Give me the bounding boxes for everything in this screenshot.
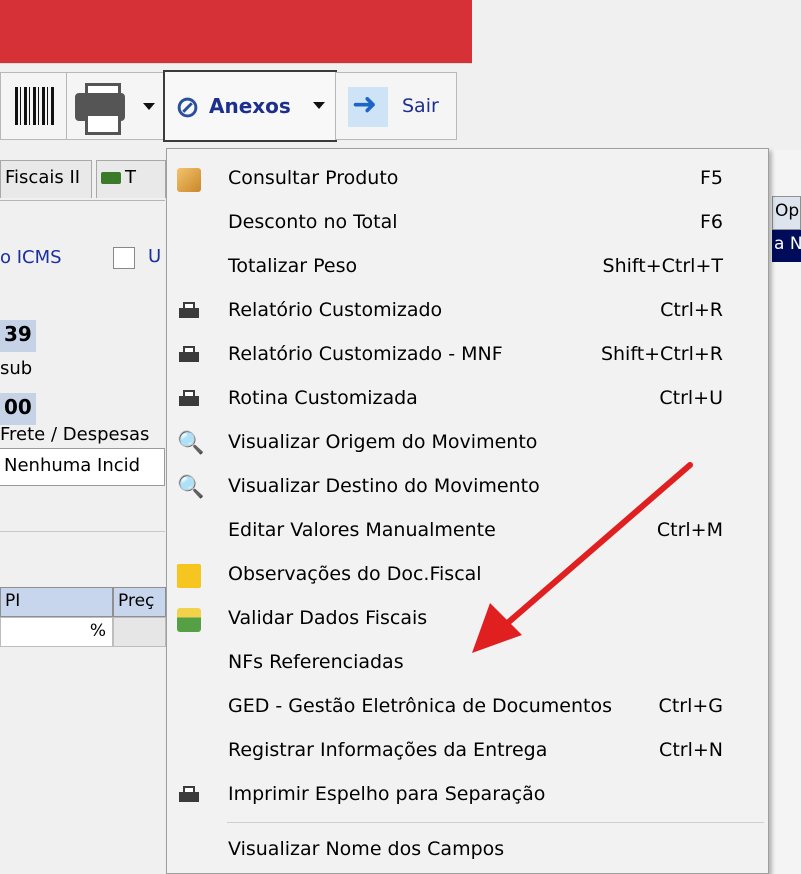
background-area <box>472 0 801 148</box>
sair-label: Sair <box>402 95 439 117</box>
menu-item-consultar-produto[interactable]: Consultar Produto F5 <box>167 158 768 202</box>
grid-cell[interactable] <box>113 617 166 647</box>
value-field-2[interactable]: 00 <box>0 393 36 425</box>
menu-item-label: Relatório Customizado <box>228 299 443 321</box>
print-button[interactable] <box>66 72 164 140</box>
icms-label: o ICMS <box>0 247 62 268</box>
menu-item-label: Totalizar Peso <box>228 255 358 277</box>
menu-item-label: Validar Dados Fiscais <box>228 607 428 629</box>
chevron-down-icon[interactable] <box>313 102 325 109</box>
printer-icon <box>177 344 201 368</box>
menu-item-label: Observações do Doc.Fiscal <box>228 563 482 585</box>
menu-item-registrar-entrega[interactable]: Registrar Informações da Entrega Ctrl+N <box>167 730 768 774</box>
menu-item-desconto-no-total[interactable]: Desconto no Total F6 <box>167 202 768 246</box>
menu-item-label: NFs Referenciadas <box>228 651 404 673</box>
sticky-note-icon <box>177 564 201 588</box>
toolbar: ⊘ Anexos ➜ Sair <box>0 63 472 149</box>
menu-item-totalizar-peso[interactable]: Totalizar Peso Shift+Ctrl+T <box>167 246 768 290</box>
menu-item-label: Visualizar Origem do Movimento <box>228 431 538 453</box>
grid-header-op[interactable]: Op <box>772 196 801 230</box>
truck-icon <box>101 172 121 184</box>
grid-header-preco[interactable]: Preç <box>113 587 166 617</box>
validate-icon <box>177 608 201 632</box>
anexos-label: Anexos <box>209 94 291 118</box>
chevron-down-icon[interactable] <box>143 103 155 110</box>
menu-item-shortcut: Ctrl+G <box>658 695 723 717</box>
window-titlebar <box>0 0 472 63</box>
printer-paper-shape <box>85 113 121 135</box>
divider <box>0 531 165 532</box>
annotation-arrow-head <box>472 603 522 653</box>
sair-button[interactable]: ➜ Sair <box>335 72 457 140</box>
menu-item-shortcut: Ctrl+N <box>659 739 723 761</box>
tab-transporte[interactable]: T <box>96 160 166 198</box>
printer-icon <box>177 300 201 324</box>
tab-label: Fiscais II <box>5 167 81 188</box>
menu-item-ged[interactable]: GED - Gestão Eletrônica de Documentos Ct… <box>167 686 768 730</box>
menu-item-shortcut: F5 <box>699 167 723 189</box>
sub-label: sub <box>0 358 33 379</box>
menu-item-relatorio-customizado-mnf[interactable]: Relatório Customizado - MNF Shift+Ctrl+R <box>167 334 768 378</box>
menu-item-label: Consultar Produto <box>228 167 399 189</box>
menu-item-shortcut: Shift+Ctrl+T <box>602 255 723 277</box>
menu-item-shortcut: Shift+Ctrl+R <box>600 343 723 365</box>
menu-item-imprimir-espelho[interactable]: Imprimir Espelho para Separação <box>167 774 768 818</box>
menu-item-visualizar-nome-campos[interactable]: Visualizar Nome dos Campos <box>167 829 768 873</box>
magnifier-icon: 🔍 <box>177 475 205 500</box>
anexos-button[interactable]: ⊘ Anexos <box>163 70 337 142</box>
barcode-icon <box>15 87 55 125</box>
printer-icon <box>177 784 201 808</box>
incidencia-select[interactable]: Nenhuma Incid <box>0 448 165 486</box>
checkbox-u[interactable] <box>113 247 135 269</box>
frete-label: Frete / Despesas <box>0 424 150 445</box>
menu-item-rotina-customizada[interactable]: Rotina Customizada Ctrl+U <box>167 378 768 422</box>
menu-item-label: Relatório Customizado - MNF <box>228 343 503 365</box>
menu-item-label: Rotina Customizada <box>228 387 418 409</box>
annotation-arrow-shaft <box>493 462 693 636</box>
menu-item-label: Registrar Informações da Entrega <box>228 739 548 761</box>
selected-row[interactable]: a N <box>772 230 801 262</box>
annotation-arrow <box>472 462 693 653</box>
tab-fiscais-ii[interactable]: Fiscais II <box>0 160 92 198</box>
u-label: U <box>148 246 162 267</box>
value-field-1[interactable]: 39 <box>0 320 36 352</box>
menu-item-label: Visualizar Nome dos Campos <box>228 838 505 860</box>
printer-icon <box>177 388 201 412</box>
menu-item-shortcut: Ctrl+U <box>659 387 723 409</box>
menu-item-shortcut: F6 <box>699 211 723 233</box>
form-tabs: Fiscais II T <box>0 148 166 201</box>
tab-label: T <box>125 167 136 188</box>
magnifier-icon: 🔍 <box>177 431 205 456</box>
menu-item-label: Desconto no Total <box>228 211 398 233</box>
menu-separator <box>227 822 764 823</box>
menu-item-label: GED - Gestão Eletrônica de Documentos <box>228 695 612 717</box>
menu-item-relatorio-customizado[interactable]: Relatório Customizado Ctrl+R <box>167 290 768 334</box>
exit-arrow-icon: ➜ <box>352 87 378 122</box>
grid-cell-percent[interactable]: % <box>0 617 113 647</box>
menu-item-label: Imprimir Espelho para Separação <box>228 783 546 805</box>
paperclip-icon: ⊘ <box>175 90 201 125</box>
barcode-button[interactable] <box>0 72 68 140</box>
grid-header-ipi[interactable]: PI <box>0 587 113 617</box>
package-icon <box>177 168 201 192</box>
menu-item-shortcut: Ctrl+R <box>660 299 723 321</box>
